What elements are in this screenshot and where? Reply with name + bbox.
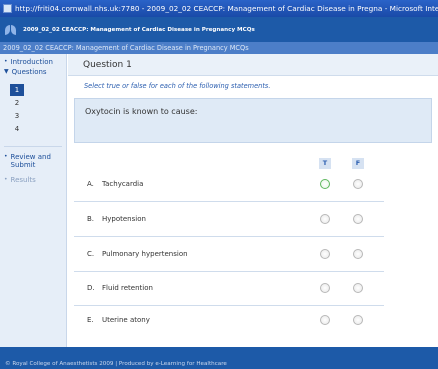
sub-header-title: 2009_02_02 CEACCP: Management of Cardiac…: [3, 44, 249, 52]
row-divider: [74, 201, 384, 202]
row-divider: [74, 271, 384, 272]
option-text: Pulmonary hypertension: [102, 250, 188, 258]
true-radio-icon[interactable]: [320, 315, 330, 325]
question-panel: Question 1 Select true or false for each…: [68, 54, 438, 347]
option-text: Tachycardia: [102, 180, 144, 188]
true-radio-icon[interactable]: [320, 214, 330, 224]
bullet-icon: •: [4, 176, 8, 183]
option-row: C. Pulmonary hypertension: [74, 244, 384, 272]
question-link-1[interactable]: 1: [10, 84, 24, 96]
question-title: Question 1: [68, 54, 438, 76]
app-header-title: 2009_02_02 CEACCP: Management of Cardiac…: [23, 26, 255, 33]
sidebar-item-label: Questions: [11, 68, 47, 76]
footer-text: © Royal College of Anaesthetists 2009 | …: [5, 361, 227, 367]
option-letter: E.: [87, 316, 94, 324]
option-row: D. Fluid retention: [74, 278, 384, 306]
sub-header: 2009_02_02 CEACCP: Management of Cardiac…: [0, 42, 438, 54]
bullet-icon: •: [4, 58, 8, 65]
true-radio-icon[interactable]: [320, 283, 330, 293]
option-letter: D.: [87, 284, 95, 292]
question-link-4[interactable]: 4: [10, 123, 24, 135]
browser-title-bar: http://friti04.cornwall.nhs.uk:7780 - 20…: [0, 0, 438, 17]
question-instruction: Select true or false for each of the fol…: [84, 82, 271, 90]
true-radio-icon[interactable]: [320, 249, 330, 259]
sidebar: • Introduction ▼ Questions 1 2 3 4 • Rev…: [0, 54, 67, 347]
sidebar-item-label: Results: [10, 176, 36, 184]
true-column-header: T: [319, 158, 331, 169]
false-column-header: F: [352, 158, 364, 169]
false-radio-icon[interactable]: [353, 179, 363, 189]
question-stem: Oxytocin is known to cause:: [74, 98, 432, 143]
browser-icon: [3, 4, 12, 13]
option-row: B. Hypotension: [74, 209, 384, 237]
option-letter: A.: [87, 180, 94, 188]
triangle-down-icon: ▼: [4, 68, 9, 75]
question-link-3[interactable]: 3: [10, 110, 24, 122]
false-radio-icon[interactable]: [353, 249, 363, 259]
row-divider: [74, 236, 384, 237]
sidebar-item-label: Introduction: [10, 58, 53, 66]
option-text: Uterine atony: [102, 316, 150, 324]
footer: © Royal College of Anaesthetists 2009 | …: [0, 347, 438, 369]
true-radio-icon[interactable]: [320, 179, 330, 189]
row-divider: [74, 305, 384, 306]
question-link-2[interactable]: 2: [10, 97, 24, 109]
bullet-icon: •: [4, 153, 8, 160]
false-radio-icon[interactable]: [353, 315, 363, 325]
window-title: http://friti04.cornwall.nhs.uk:7780 - 20…: [15, 4, 438, 13]
sidebar-item-introduction[interactable]: • Introduction: [4, 58, 53, 66]
option-letter: C.: [87, 250, 95, 258]
sidebar-item-results: • Results: [4, 176, 36, 184]
sidebar-item-label: Review and Submit: [10, 153, 51, 169]
option-row: A. Tachycardia: [74, 174, 384, 202]
option-letter: B.: [87, 215, 95, 223]
app-header: 2009_02_02 CEACCP: Management of Cardiac…: [0, 17, 438, 42]
sidebar-item-review-submit[interactable]: • Review and Submit: [4, 153, 64, 169]
college-logo-icon: [5, 24, 17, 35]
option-text: Hypotension: [102, 215, 146, 223]
option-text: Fluid retention: [102, 284, 153, 292]
option-row: E. Uterine atony: [74, 310, 384, 330]
false-radio-icon[interactable]: [353, 214, 363, 224]
sidebar-divider: [4, 146, 62, 147]
sidebar-item-questions[interactable]: ▼ Questions: [4, 68, 47, 76]
question-stem-text: Oxytocin is known to cause:: [85, 107, 198, 116]
false-radio-icon[interactable]: [353, 283, 363, 293]
